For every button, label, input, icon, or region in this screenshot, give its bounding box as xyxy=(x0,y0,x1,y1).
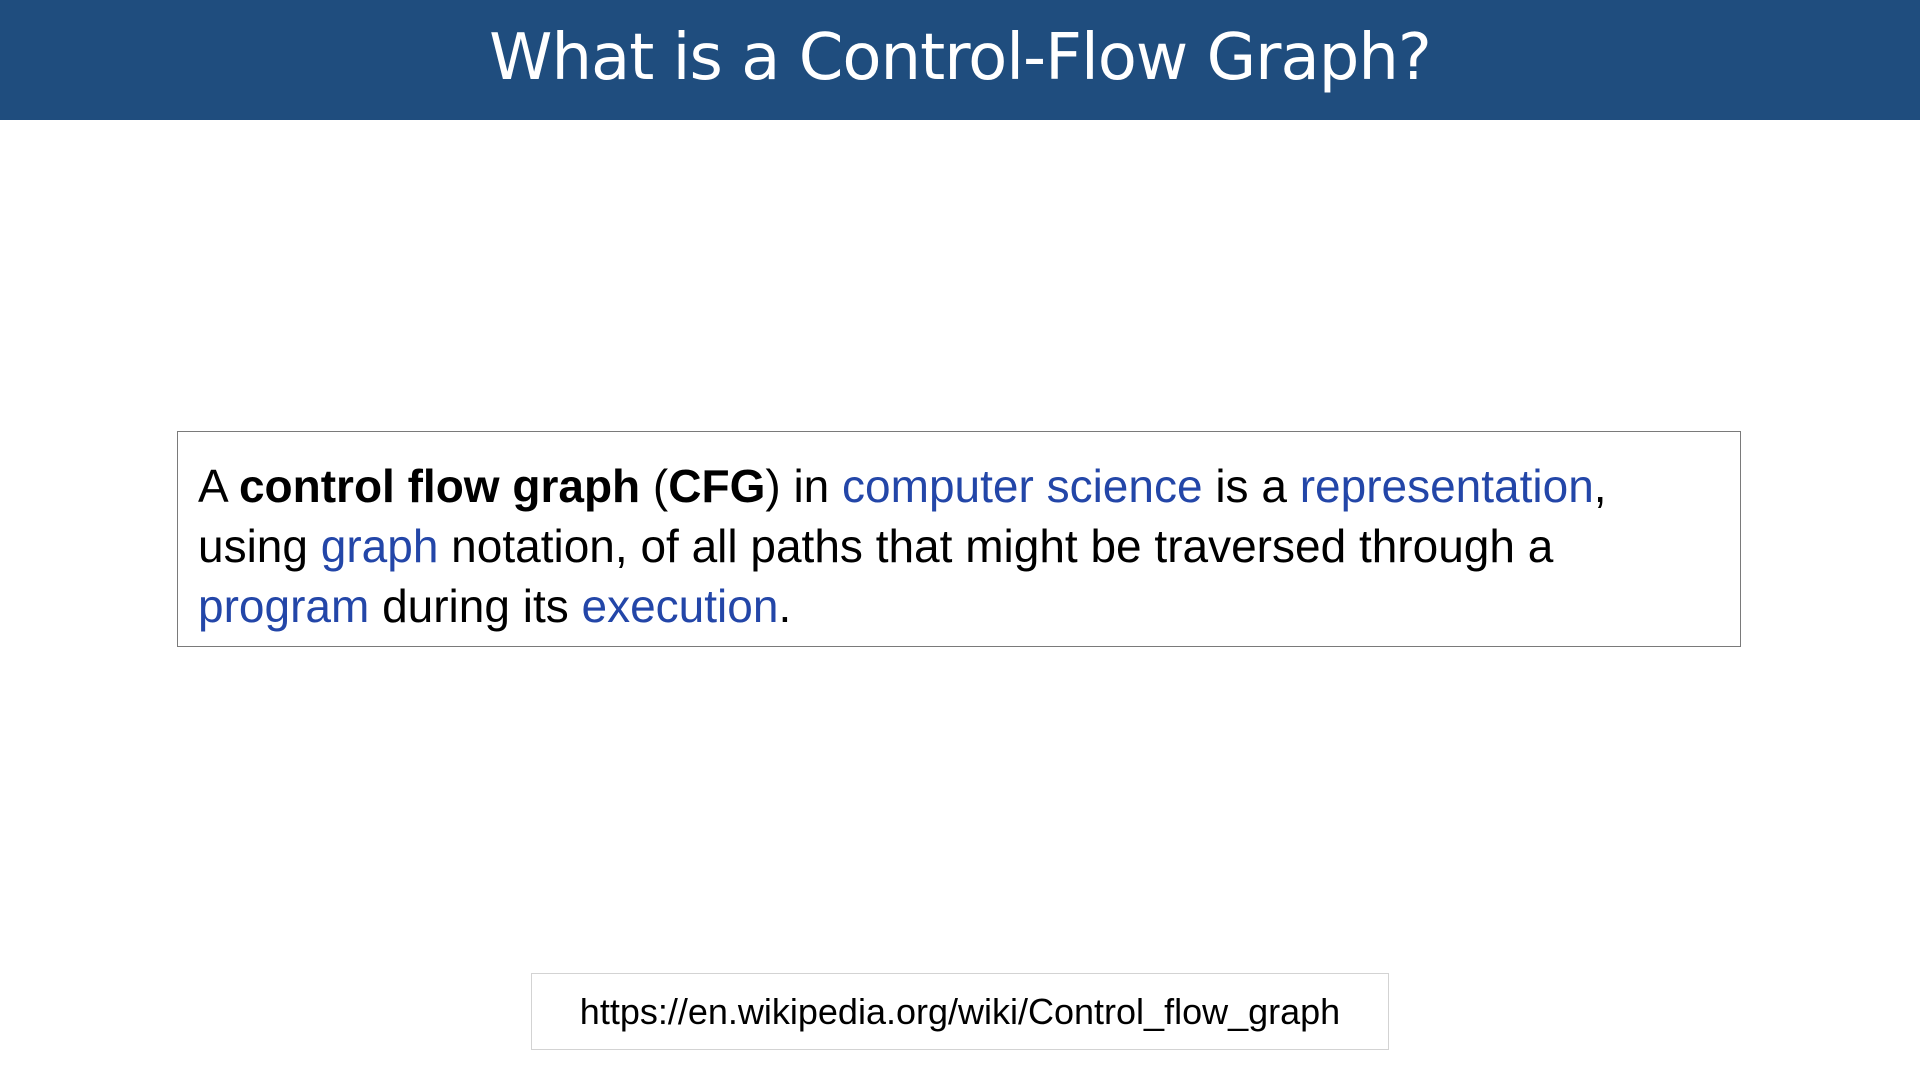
definition-text: is a xyxy=(1202,460,1300,512)
definition-text: during its xyxy=(369,580,582,632)
definition-text: . xyxy=(778,580,792,632)
source-url[interactable]: https://en.wikipedia.org/wiki/Control_fl… xyxy=(580,991,1340,1033)
definition-text: A xyxy=(198,460,239,512)
definition-box: A control flow graph (CFG) in computer s… xyxy=(177,431,1741,647)
definition-text: notation, of all paths that might be tra… xyxy=(438,520,1554,572)
link-program[interactable]: program xyxy=(198,580,369,632)
link-execution[interactable]: execution xyxy=(582,580,779,632)
term-control-flow-graph: control flow graph xyxy=(238,460,641,512)
source-box: https://en.wikipedia.org/wiki/Control_fl… xyxy=(531,973,1389,1050)
definition-text: ( xyxy=(640,460,669,512)
link-representation[interactable]: representation xyxy=(1300,460,1594,512)
slide-title: What is a Control-Flow Graph? xyxy=(489,21,1432,95)
definition-text: ) in xyxy=(765,460,843,512)
title-bar: What is a Control-Flow Graph? xyxy=(0,0,1920,120)
link-graph[interactable]: graph xyxy=(321,520,439,572)
link-computer-science[interactable]: computer science xyxy=(842,460,1203,512)
term-cfg: CFG xyxy=(668,460,766,512)
